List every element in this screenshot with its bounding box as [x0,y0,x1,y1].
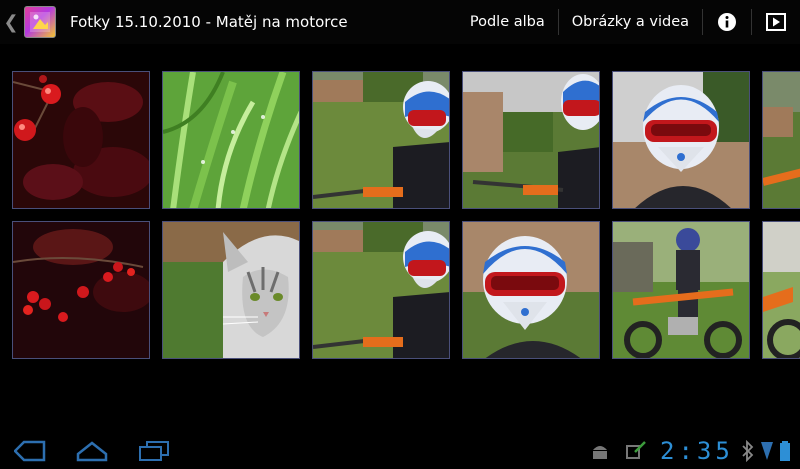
battery-icon [780,441,790,461]
thumbnail-helmet-1[interactable] [612,71,750,209]
android-debug-icon [593,446,607,459]
up-caret-icon[interactable]: ❮ [0,0,22,44]
slideshow-icon [766,13,786,31]
thumbnail-motorbike-1[interactable] [312,71,450,209]
thumbnail-berries-2[interactable] [12,221,150,359]
thumbnail-rider-standing[interactable] [612,221,750,359]
thumbnail-grass[interactable] [162,71,300,209]
gallery-app-icon[interactable] [24,6,56,38]
images-and-videos-button[interactable]: Obrázky a videa [559,0,702,44]
thumbnail-grid [12,71,800,361]
thumbnail-motorbike-3[interactable] [762,71,800,209]
thumbnail-orange-bike[interactable] [762,221,800,359]
info-icon [718,13,736,31]
action-bar: ❮ Fotky 15.10.2010 - Matěj na motorce Po… [0,0,800,44]
home-icon[interactable] [76,440,108,462]
thumbnail-cat[interactable] [162,221,300,359]
recent-apps-icon[interactable] [138,440,170,462]
info-button[interactable] [703,0,751,44]
thumbnail-motorbike-2[interactable] [462,71,600,209]
by-album-button[interactable]: Podle alba [457,0,558,44]
back-icon[interactable] [14,440,46,462]
slideshow-button[interactable] [752,0,800,44]
gallery-app: ❮ Fotky 15.10.2010 - Matěj na motorce Po… [0,0,800,469]
bluetooth-icon [742,440,754,462]
system-bar: 2:35 [0,432,800,469]
usb-connected-icon [626,441,646,459]
album-title: Fotky 15.10.2010 - Matěj na motorce [70,13,348,31]
clock[interactable]: 2:35 [660,437,734,465]
wifi-signal-icon [761,442,773,460]
thumbnail-motorbike-4[interactable] [312,221,450,359]
thumbnail-berries[interactable] [12,71,150,209]
thumbnail-helmet-2[interactable] [462,221,600,359]
